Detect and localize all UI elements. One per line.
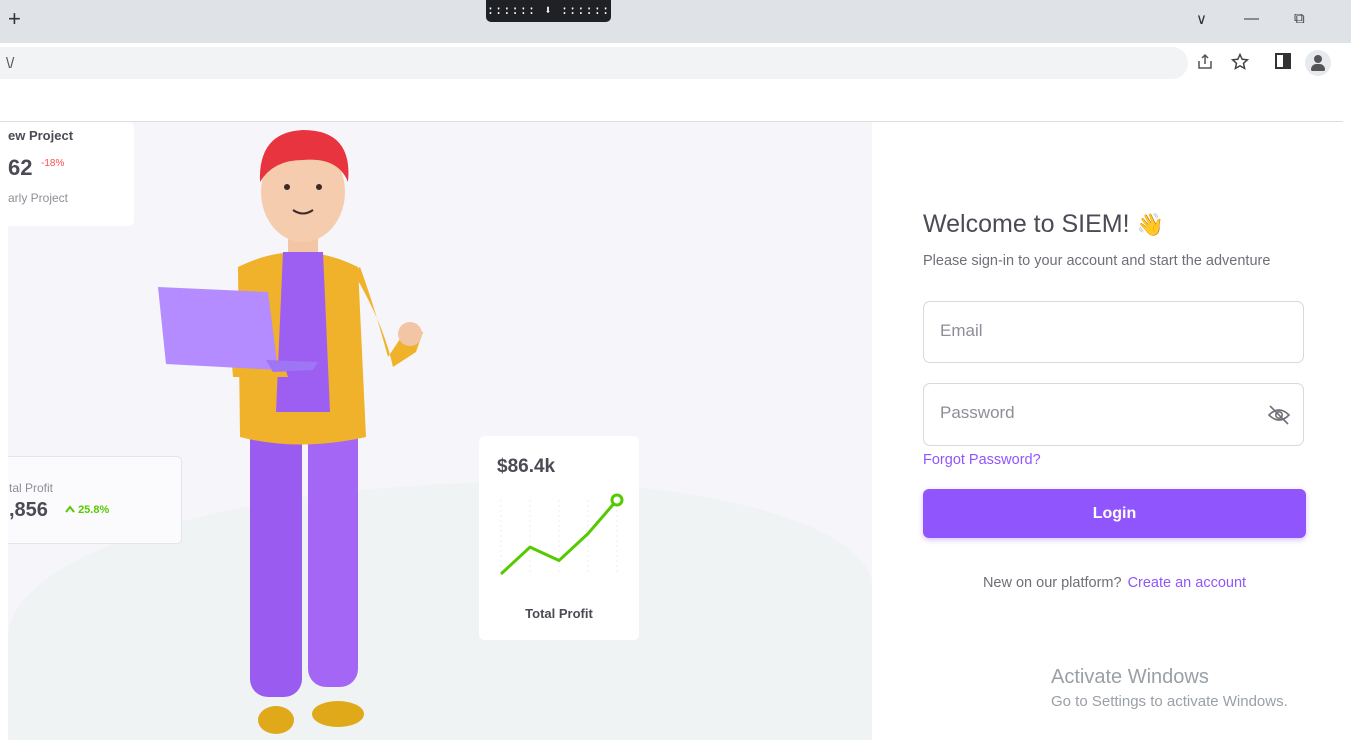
download-indicator[interactable]: :::::: ⬇ :::::: <box>486 0 611 22</box>
share-icon[interactable] <box>1196 53 1214 76</box>
person-illustration <box>158 130 423 734</box>
illustration-panel: ew Project 62 -18% arly Project tal Prof… <box>8 122 872 740</box>
activate-windows-subtitle: Go to Settings to activate Windows. <box>1051 693 1288 710</box>
new-project-card: ew Project 62 -18% arly Project <box>8 122 134 226</box>
restore-button[interactable]: ⧉ <box>1294 10 1305 27</box>
address-bar-row: \/ <box>0 43 1351 83</box>
login-subtitle: Please sign-in to your account and start… <box>923 253 1271 269</box>
star-icon[interactable] <box>1230 52 1250 76</box>
total-profit-delta: 25.8% <box>65 504 109 516</box>
profit-line-chart <box>499 493 624 576</box>
minimize-button[interactable]: — <box>1244 10 1259 27</box>
url-text[interactable]: \/ <box>6 55 14 72</box>
omnibox[interactable]: \/ <box>0 47 1188 79</box>
password-input[interactable] <box>938 402 1272 424</box>
new-project-delta: -18% <box>41 158 65 169</box>
create-account-link[interactable]: Create an account <box>1128 575 1247 591</box>
tab-search-chevron-icon[interactable]: ∨ <box>1196 10 1207 28</box>
forgot-password-link[interactable]: Forgot Password? <box>923 452 1041 468</box>
new-project-subtitle: arly Project <box>8 191 69 205</box>
chevron-up-icon <box>65 505 75 513</box>
activate-windows-title: Activate Windows <box>1051 666 1209 688</box>
profit-chart-label: Total Profit <box>525 606 593 621</box>
password-field[interactable] <box>923 383 1304 446</box>
new-project-title: ew Project <box>8 128 74 143</box>
sidebar-icon[interactable] <box>1275 53 1291 74</box>
email-input[interactable] <box>938 320 1272 342</box>
total-profit-label: tal Profit <box>9 481 54 495</box>
profile-icon[interactable] <box>1305 50 1331 76</box>
new-tab-button[interactable]: + <box>8 8 21 30</box>
new-on-platform-text: New on our platform? <box>982 575 1122 591</box>
profit-chart-value: $86.4k <box>497 456 556 477</box>
login-button[interactable]: Login <box>923 489 1306 538</box>
total-profit-delta-text: 25.8% <box>78 504 110 516</box>
profit-series-endpoint <box>610 493 624 507</box>
browser-tab-bar: + :::::: ⬇ :::::: ∨ — ⧉ <box>0 0 1351 43</box>
wave-hand-icon: 👋 <box>1136 212 1164 237</box>
total-profit-card-right: $86.4k Total Profit <box>479 436 639 640</box>
activate-windows-watermark: Activate Windows Go to Settings to activ… <box>1051 666 1288 710</box>
login-panel: Welcome to SIEM! 👋 Please sign-in to you… <box>872 122 1343 740</box>
welcome-heading: Welcome to SIEM! 👋 <box>923 210 1164 239</box>
eye-off-icon[interactable] <box>1267 404 1291 426</box>
email-field[interactable] <box>923 301 1304 363</box>
total-profit-value: ,856 <box>9 499 48 521</box>
new-project-value: 62 <box>8 155 33 180</box>
signup-prompt: New on our platform? Create an account <box>872 575 1351 591</box>
welcome-title: Welcome to SIEM! <box>923 210 1130 238</box>
